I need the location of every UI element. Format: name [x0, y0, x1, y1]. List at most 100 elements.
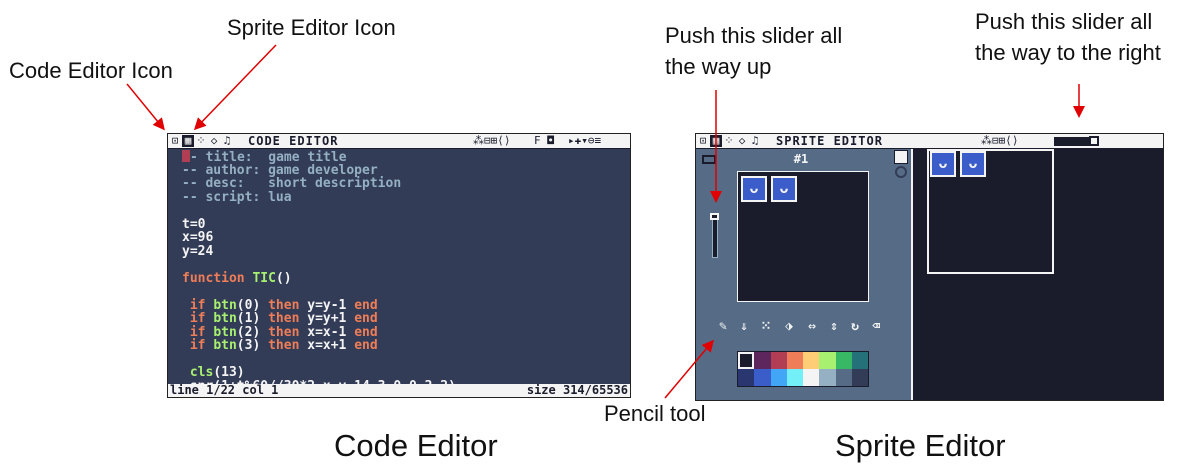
code-token: function	[182, 270, 253, 286]
palette-swatch[interactable]	[770, 369, 787, 386]
sfx-editor-icon[interactable]: ◇	[736, 135, 748, 147]
map-editor-icon[interactable]: ⁘	[723, 135, 735, 147]
flip-vertical-icon[interactable]: ⇕	[827, 320, 841, 334]
slider-up-label-line1: Push this slider all	[665, 23, 843, 48]
palette-swatch[interactable]	[738, 369, 755, 386]
sprite-editor-title: SPRITE EDITOR	[776, 134, 883, 148]
pencil-tool-icon[interactable]: ✎	[716, 320, 730, 334]
sprite-face-icon: ᴗ	[771, 176, 797, 202]
code-line: -- script: lua	[182, 189, 626, 205]
code-line: function TIC()	[182, 270, 626, 286]
palette-swatch[interactable]	[754, 369, 771, 386]
sprite-sheet[interactable]: ᴗ ᴗ	[911, 149, 1163, 400]
sprite-editor-toolbar: ⊡ ▦ ⁘ ◇ ♫ SPRITE EDITOR ⁂⊟⊞⟨⟩	[696, 134, 1163, 149]
code-token: TIC	[252, 270, 276, 286]
code-editor-toolbar: ⊡ ▦ ⁘ ◇ ♫ CODE EDITOR ⁂⊟⊞⟨⟩ F ◘ ▸✚▾⊖≡	[168, 134, 630, 149]
code-line: if btn(1) then y=y+1 end	[182, 312, 626, 326]
color-palette[interactable]	[737, 351, 869, 387]
arrow-code-editor-icon	[126, 83, 165, 131]
palette-swatch[interactable]	[851, 369, 868, 386]
code-token: btn	[213, 338, 237, 353]
code-line: x=96	[182, 231, 626, 245]
map-editor-icon[interactable]: ⁘	[195, 135, 207, 147]
slider-right-label: Push this slider all the way to the righ…	[975, 6, 1161, 68]
slider-up-label: Push this slider all the way up	[665, 20, 842, 82]
palette-swatch[interactable]	[819, 352, 836, 369]
palette-swatch[interactable]	[786, 352, 803, 369]
sprite-editor-edit-icons[interactable]: ⁂⊟⊞⟨⟩	[981, 134, 1019, 148]
code-token: if	[182, 338, 214, 353]
sprite-face-icon: ᴗ	[741, 176, 767, 202]
palette-swatch[interactable]	[835, 352, 852, 369]
brush-size-slider-track[interactable]	[712, 214, 718, 258]
code-text-area[interactable]: - title: game title -- author: game devel…	[182, 150, 626, 393]
music-editor-icon[interactable]: ♫	[221, 135, 233, 147]
sprite-editor-icon[interactable]: ▦	[710, 135, 722, 147]
code-token: then	[268, 338, 308, 353]
code-editor-find-icons[interactable]: F ◘	[534, 134, 554, 148]
palette-swatch[interactable]	[754, 352, 771, 369]
code-token: end	[354, 338, 378, 353]
code-line: if btn(2) then x=x-1 end	[182, 325, 626, 340]
code-token: x=x+1	[307, 338, 355, 353]
sfx-editor-icon[interactable]: ◇	[208, 135, 220, 147]
rotate-icon[interactable]: ↻	[848, 320, 862, 334]
text-cursor	[182, 150, 190, 162]
palette-swatch[interactable]	[803, 352, 820, 369]
canvas-size-icon[interactable]	[702, 155, 716, 164]
code-token: -- script: lua	[182, 189, 292, 205]
code-line: if btn(0) then y=y-1 end	[182, 298, 626, 313]
code-line: t=0	[182, 217, 626, 232]
palette-swatch[interactable]	[770, 352, 787, 369]
select-tool-icon[interactable]: ⁙	[759, 320, 773, 334]
palette-swatch[interactable]	[851, 352, 868, 369]
sprite-editor-caption: Sprite Editor	[835, 428, 1006, 463]
arrow-sprite-editor-icon	[193, 44, 277, 131]
sheet-sprite-face-icon[interactable]: ᴗ	[930, 151, 956, 177]
code-line: -- author: game developer	[182, 163, 626, 178]
code-editor-icon[interactable]: ⊡	[697, 135, 709, 147]
code-line: - title: game title	[182, 150, 626, 164]
palette-swatch[interactable]	[835, 369, 852, 386]
code-status-position: line 1/22 col 1	[170, 383, 279, 397]
sprite-canvas[interactable]: ᴗ ᴗ	[737, 171, 869, 302]
sprite-editor-icon[interactable]: ▦	[182, 135, 194, 147]
sprite-id-label: #1	[793, 152, 809, 166]
sheet-page-icon[interactable]	[895, 166, 907, 178]
code-line: cls(13)	[182, 366, 626, 380]
code-editor-edit-icons[interactable]: ⁂⊟⊞⟨⟩	[473, 134, 511, 148]
code-line: if btn(3) then x=x+1 end	[182, 339, 626, 353]
code-editor-icon[interactable]: ⊡	[169, 135, 181, 147]
pencil-tool-label: Pencil tool	[604, 401, 706, 426]
code-editor-icon-label: Code Editor Icon	[9, 58, 173, 83]
flip-horizontal-icon[interactable]: ⇔	[805, 320, 819, 334]
sheet-horizontal-slider-knob[interactable]	[1089, 136, 1099, 146]
sheet-grid-icon[interactable]	[894, 150, 908, 164]
code-line: y=24	[182, 243, 626, 259]
sheet-sprite-face-icon[interactable]: ᴗ	[960, 151, 986, 177]
code-token: (3)	[236, 338, 269, 353]
palette-swatch[interactable]	[786, 369, 803, 386]
palette-swatch[interactable]	[819, 369, 836, 386]
code-editor-title: CODE EDITOR	[248, 134, 339, 148]
code-editor-nav-icons[interactable]: ▸✚▾⊖≡	[568, 134, 601, 148]
code-line: -- desc: short description	[182, 177, 626, 191]
code-token: ()	[275, 270, 292, 286]
slider-right-label-line2: the way to the right	[975, 40, 1161, 65]
palette-swatch[interactable]	[738, 352, 755, 369]
delete-icon[interactable]: ⌫	[869, 320, 883, 334]
music-editor-icon[interactable]: ♫	[749, 135, 761, 147]
code-token: y=24	[182, 243, 214, 259]
code-status-size: size 314/65536	[526, 383, 628, 397]
pick-color-icon[interactable]: ⇓	[737, 320, 751, 334]
code-editor-caption: Code Editor	[334, 428, 498, 463]
slider-right-label-line1: Push this slider all	[975, 9, 1153, 34]
fill-tool-icon[interactable]: ⬗	[782, 320, 796, 334]
sprite-editor-window: ⊡ ▦ ⁘ ◇ ♫ SPRITE EDITOR ⁂⊟⊞⟨⟩ #1 ᴗ ᴗ ✎ ⇓…	[695, 133, 1164, 401]
brush-size-slider-knob[interactable]	[710, 213, 719, 220]
palette-swatch[interactable]	[803, 369, 820, 386]
